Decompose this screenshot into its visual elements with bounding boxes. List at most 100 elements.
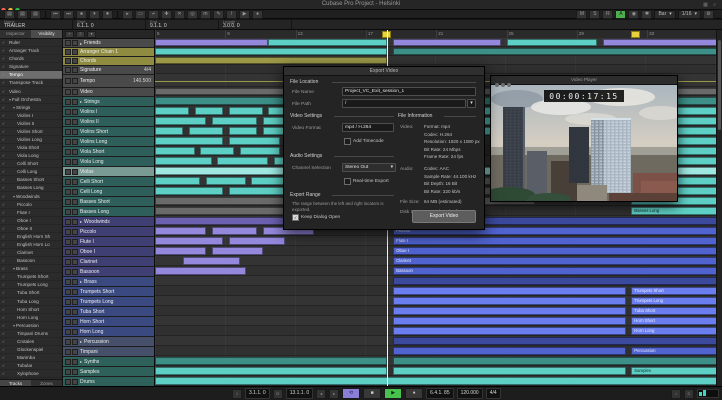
folder-icon[interactable]: ▸: [80, 99, 82, 104]
folder-icon[interactable]: ▸: [80, 41, 82, 46]
solo-button[interactable]: [72, 298, 78, 305]
mute-button[interactable]: [65, 89, 71, 95]
transport-mini-0[interactable]: ⏮: [50, 9, 61, 19]
solo-button[interactable]: [72, 288, 78, 295]
mute-button[interactable]: [65, 128, 71, 135]
event-clip[interactable]: [393, 306, 626, 315]
lane-bassoon[interactable]: Bassoon: [155, 266, 722, 276]
check-icon[interactable]: ✓: [0, 64, 7, 69]
solo-button[interactable]: [72, 168, 78, 175]
track-header-violins-long[interactable]: Violins Long: [63, 137, 154, 147]
mute-button[interactable]: [65, 67, 71, 73]
event-clip[interactable]: [155, 56, 388, 64]
solo-button[interactable]: [72, 58, 78, 64]
check-icon[interactable]: ✓: [0, 161, 7, 166]
event-clip[interactable]: [189, 126, 224, 135]
tool-button-1[interactable]: ▭: [135, 9, 146, 19]
lane-drums[interactable]: [155, 376, 722, 386]
visibility-item-clarinet[interactable]: ✓ Clarinet: [0, 249, 62, 258]
mute-button[interactable]: [65, 158, 71, 165]
folder-icon[interactable]: ▸: [80, 359, 82, 364]
lane-horn-long[interactable]: Horn Long: [155, 326, 722, 336]
check-icon[interactable]: ✓: [0, 282, 7, 287]
tool-button-4[interactable]: ✕: [174, 9, 185, 19]
time-signature-display[interactable]: 4/4: [485, 388, 501, 399]
event-clip[interactable]: Trumpets Long: [631, 296, 722, 305]
toggle-button-3[interactable]: A: [615, 9, 627, 19]
event-clip[interactable]: [506, 38, 598, 46]
visibility-item-piccolo[interactable]: ✓ Piccolo: [0, 201, 62, 209]
add-timecode-box[interactable]: [344, 138, 351, 145]
event-clip[interactable]: Percussion: [631, 346, 722, 355]
event-clip[interactable]: [393, 336, 722, 345]
event-clip[interactable]: [155, 246, 207, 255]
tool-button-2[interactable]: ⌿: [148, 9, 159, 19]
track-header-celli-long[interactable]: Celli Long: [63, 187, 154, 197]
event-clip[interactable]: [393, 296, 626, 305]
solo-button[interactable]: [72, 268, 78, 275]
lane-tuba-short[interactable]: Tuba Short: [155, 306, 722, 316]
left-locator-display[interactable]: 3.1.1. 0: [245, 388, 270, 399]
solo-button[interactable]: [72, 368, 78, 375]
event-clip[interactable]: [155, 176, 201, 185]
mute-button[interactable]: [65, 348, 71, 355]
marker-flag-icon[interactable]: [631, 31, 641, 38]
visibility-item-english-horn-lo[interactable]: ✓ English Horn Lo: [0, 241, 62, 250]
track-header-basses-long[interactable]: Basses Long: [63, 207, 154, 217]
stop-button[interactable]: ■: [363, 388, 382, 399]
lane-clarinet[interactable]: Clarinet: [155, 256, 722, 266]
realtime-export-box[interactable]: [344, 178, 351, 185]
event-clip[interactable]: [268, 38, 388, 46]
check-icon[interactable]: ✓: [0, 56, 7, 61]
check-icon[interactable]: ✓: [0, 226, 7, 231]
transport-mini-3[interactable]: ⏵: [89, 9, 100, 19]
transport-mini-4[interactable]: ⏺: [102, 9, 113, 19]
solo-button[interactable]: [72, 67, 78, 73]
track-header-violins-ii[interactable]: Violins II: [63, 117, 154, 127]
transport-mini-2[interactable]: ⏹: [76, 9, 87, 19]
track-header-viola-short[interactable]: Viola Short: [63, 147, 154, 157]
event-clip[interactable]: [393, 326, 626, 335]
solo-button[interactable]: [72, 128, 78, 135]
mute-button[interactable]: [65, 278, 71, 285]
visibility-item-violins-ii[interactable]: ✓ Violins II: [0, 120, 62, 128]
track-header-tuba-short[interactable]: Tuba Short: [63, 307, 154, 317]
keep-dialog-open-checkbox[interactable]: ✓ Keep Dialog Open: [292, 214, 340, 221]
event-clip[interactable]: Flute I: [393, 236, 722, 245]
event-clip[interactable]: Basses Long: [631, 206, 722, 215]
solo-button[interactable]: [72, 198, 78, 205]
solo-button[interactable]: [72, 258, 78, 265]
solo-button[interactable]: [72, 228, 78, 235]
check-icon[interactable]: ✓: [0, 177, 7, 182]
solo-button[interactable]: [72, 188, 78, 195]
visibility-item-transpose-track[interactable]: ✓ Transpose Track: [0, 79, 62, 88]
event-clip[interactable]: [155, 126, 184, 135]
tool-button-6[interactable]: m: [200, 9, 211, 19]
visibility-item-horn-short[interactable]: ✓ Horn Short: [0, 306, 62, 314]
event-clip[interactable]: [155, 146, 195, 155]
track-header-chords[interactable]: Chords: [63, 57, 154, 66]
event-clip[interactable]: Tuba Short: [631, 306, 722, 315]
event-clip[interactable]: [155, 38, 269, 46]
event-clip[interactable]: [228, 186, 286, 195]
visibility-item-oboe-i[interactable]: ✓ Oboe I: [0, 217, 62, 225]
track-header-brass[interactable]: ▸ Brass: [63, 277, 154, 287]
solo-button[interactable]: [72, 208, 78, 215]
solo-button[interactable]: [72, 248, 78, 255]
lane-brass[interactable]: [155, 276, 722, 286]
visibility-item-tuba-long[interactable]: ✓ Tuba Long: [0, 298, 62, 306]
tempo-display[interactable]: 120.000: [456, 388, 483, 399]
add-timecode-checkbox[interactable]: Add Timecode: [344, 138, 384, 145]
visibility-item-xylophone[interactable]: ✓ Xylophone: [0, 370, 62, 379]
check-icon[interactable]: ✓: [0, 121, 7, 126]
event-clip[interactable]: [393, 286, 626, 295]
visibility-item-flute-i[interactable]: ✓ Flute I: [0, 209, 62, 217]
check-icon[interactable]: ✓: [0, 242, 7, 247]
media-button[interactable]: ▤: [4, 9, 15, 19]
solo-button[interactable]: [72, 328, 78, 335]
lane-arranger-chain-1[interactable]: [155, 47, 722, 56]
punch-out-button[interactable]: O: [272, 388, 283, 399]
solo-button[interactable]: [72, 89, 78, 95]
event-clip[interactable]: [393, 276, 722, 285]
visibility-item-basses-short[interactable]: ✓ Basses Short: [0, 176, 62, 185]
